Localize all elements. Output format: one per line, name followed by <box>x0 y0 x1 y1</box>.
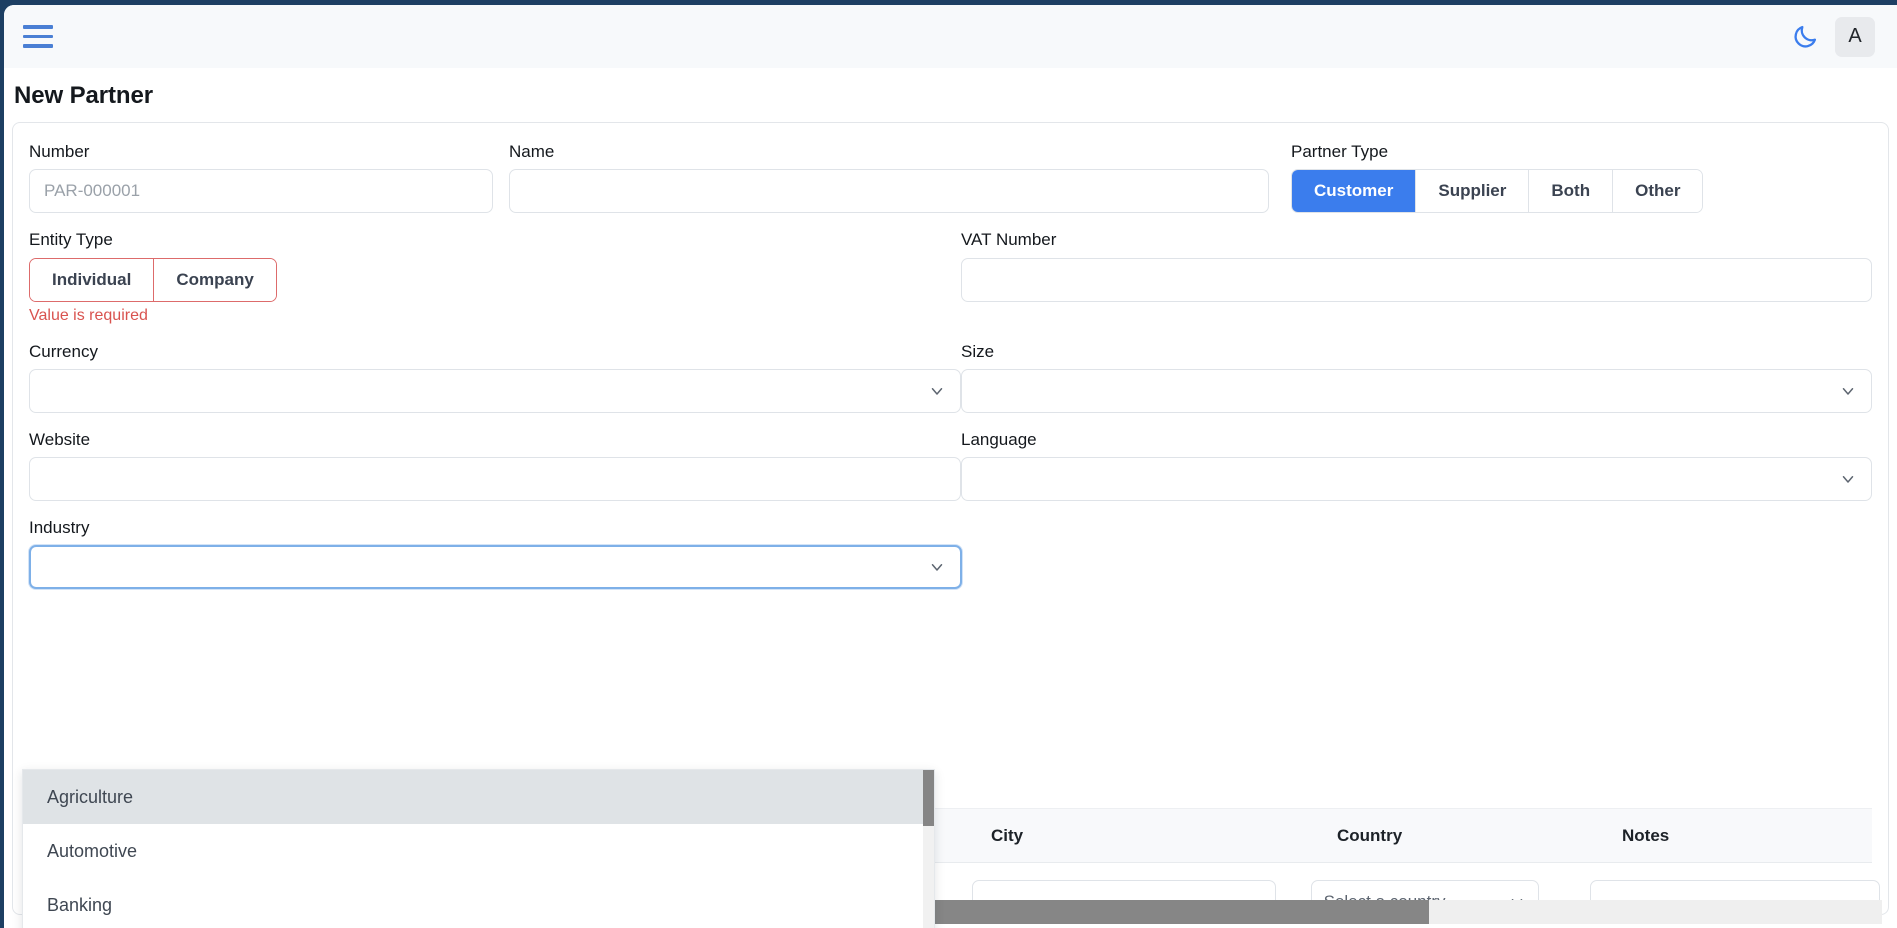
currency-select[interactable] <box>29 369 961 413</box>
name-label: Name <box>509 141 1269 169</box>
table-header-country: Country <box>1319 826 1604 846</box>
number-label: Number <box>29 141 493 169</box>
website-input[interactable] <box>29 457 961 501</box>
field-vat-number: VAT Number <box>961 229 1872 324</box>
table-header-notes: Notes <box>1604 826 1864 846</box>
hamburger-bar <box>23 35 53 39</box>
page-title: New Partner <box>4 68 1897 122</box>
form-row-3: Currency Size <box>29 341 1872 413</box>
entity-type-error: Value is required <box>29 302 961 325</box>
partner-type-option-other[interactable]: Other <box>1613 170 1702 212</box>
partner-type-option-customer[interactable]: Customer <box>1292 170 1416 212</box>
website-label: Website <box>29 429 961 457</box>
field-industry: Industry <box>29 517 962 589</box>
partner-type-segmented-control: Customer Supplier Both Other <box>1291 169 1703 213</box>
moon-icon[interactable] <box>1783 15 1827 59</box>
field-website: Website <box>29 429 961 501</box>
number-input[interactable]: PAR-000001 <box>29 169 493 213</box>
vat-number-label: VAT Number <box>961 229 1872 257</box>
field-currency: Currency <box>29 341 961 413</box>
field-entity-type: Entity Type Individual Company Value is … <box>29 229 961 324</box>
industry-option-agriculture[interactable]: Agriculture <box>23 770 934 824</box>
language-select[interactable] <box>961 457 1872 501</box>
field-name: Name <box>509 141 1269 213</box>
form-row-1: Number PAR-000001 Name Partner Type Cust… <box>29 141 1872 213</box>
vat-number-input[interactable] <box>961 258 1872 302</box>
entity-type-segmented-control: Individual Company <box>29 258 277 302</box>
table-header-city: City <box>973 826 1319 846</box>
field-language: Language <box>961 429 1872 501</box>
name-input[interactable] <box>509 169 1269 213</box>
industry-label: Industry <box>29 517 962 545</box>
dropdown-scrollbar[interactable] <box>923 770 934 928</box>
entity-type-option-company[interactable]: Company <box>154 259 275 301</box>
new-partner-form-card: Number PAR-000001 Name Partner Type Cust… <box>12 122 1889 915</box>
dropdown-scrollbar-thumb[interactable] <box>923 770 934 826</box>
industry-option-banking[interactable]: Banking <box>23 878 934 928</box>
hamburger-bar <box>23 25 53 29</box>
field-size: Size <box>961 341 1872 413</box>
avatar[interactable]: A <box>1835 17 1875 57</box>
form-row-4: Website Language <box>29 429 1872 501</box>
number-placeholder: PAR-000001 <box>44 181 140 201</box>
field-number: Number PAR-000001 <box>29 141 493 213</box>
browser-frame: A New Partner Number PAR-000001 Name Par… <box>0 0 1897 928</box>
currency-label: Currency <box>29 341 961 369</box>
hamburger-bar <box>23 44 53 48</box>
form-row-5: Industry <box>29 517 1872 589</box>
entity-type-option-individual[interactable]: Individual <box>30 259 154 301</box>
partner-type-label: Partner Type <box>1291 141 1703 169</box>
chevron-down-icon <box>1839 470 1857 488</box>
partner-type-option-both[interactable]: Both <box>1529 170 1613 212</box>
chevron-down-icon <box>928 558 946 576</box>
industry-dropdown-list[interactable]: Agriculture Automotive Banking Construct… <box>22 769 935 928</box>
size-select[interactable] <box>961 369 1872 413</box>
app-header: A <box>4 5 1897 68</box>
app-viewport: A New Partner Number PAR-000001 Name Par… <box>4 5 1897 928</box>
chevron-down-icon <box>928 382 946 400</box>
industry-option-automotive[interactable]: Automotive <box>23 824 934 878</box>
chevron-down-icon <box>1839 382 1857 400</box>
partner-type-option-supplier[interactable]: Supplier <box>1416 170 1529 212</box>
field-partner-type: Partner Type Customer Supplier Both Othe… <box>1291 141 1703 213</box>
size-label: Size <box>961 341 1872 369</box>
industry-select[interactable] <box>29 545 962 589</box>
form-row-2: Entity Type Individual Company Value is … <box>29 229 1872 324</box>
hamburger-menu-icon[interactable] <box>18 17 58 57</box>
avatar-initial: A <box>1848 25 1861 48</box>
entity-type-label: Entity Type <box>29 229 961 257</box>
language-label: Language <box>961 429 1872 457</box>
